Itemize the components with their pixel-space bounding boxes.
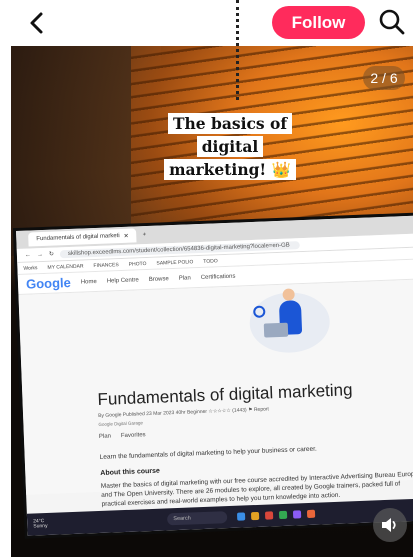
- back-arrow-icon: ←: [24, 251, 32, 259]
- course-provider: Google Digital Garage: [98, 420, 144, 427]
- bookmark-item: SAMPLE POLIO: [156, 258, 194, 267]
- app-icon: [307, 509, 316, 519]
- course-title: Fundamentals of digital marketing: [97, 380, 353, 409]
- nav-item-plan: Plan: [178, 274, 191, 282]
- plan-action: Plan: [98, 433, 112, 440]
- laptop-figure: [263, 322, 289, 338]
- course-actions: Plan Favorites: [99, 432, 146, 440]
- google-logo: Google: [25, 274, 72, 292]
- magnifier-icon: [253, 305, 266, 318]
- post-caption: The basics of digital marketing! 👑: [146, 112, 314, 181]
- search-button[interactable]: [378, 8, 406, 36]
- follow-button[interactable]: Follow: [272, 6, 365, 39]
- nav-item-certifications: Certifications: [200, 273, 236, 281]
- app-icon: [293, 510, 302, 519]
- laptop-screen: Fundamentals of digital marketi ✕ + ← → …: [16, 215, 413, 536]
- tab-title: Fundamentals of digital marketi: [36, 233, 120, 243]
- nav-item-home: Home: [80, 278, 97, 286]
- caption-line-2: marketing! 👑: [164, 159, 296, 180]
- bookmark-item: PHOTO: [128, 260, 147, 268]
- bookmark-item: FINANCES: [93, 261, 119, 269]
- bookmark-item: Works: [23, 264, 38, 272]
- about-heading: About this course: [100, 467, 160, 477]
- back-button[interactable]: [22, 8, 52, 38]
- nav-item-browse: Browse: [148, 275, 169, 283]
- page-counter: 2 / 6: [363, 66, 405, 90]
- chevron-left-icon: [30, 12, 43, 34]
- bookmark-item: TODO: [203, 257, 218, 265]
- divider-dotted: [236, 0, 239, 100]
- close-icon: ✕: [123, 233, 129, 240]
- course-summary: Learn the fundamentals of digital market…: [99, 445, 317, 461]
- app-icon: [265, 511, 274, 520]
- app-icon: [237, 512, 246, 521]
- course-illustration: [248, 288, 331, 355]
- weather-desc: Sunny: [33, 523, 48, 530]
- nav-item-help: Help Centre: [106, 276, 139, 285]
- app-icon: [251, 511, 260, 521]
- bookmark-item: MY CALENDAR: [47, 262, 84, 271]
- taskbar-icons: [237, 509, 316, 521]
- app-icon: [279, 510, 288, 520]
- course-page: Fundamentals of digital marketing By Goo…: [18, 279, 413, 508]
- forward-arrow-icon: →: [36, 251, 44, 258]
- search-icon: [379, 9, 405, 35]
- post-photo[interactable]: 2 / 6 The basics of digital marketing! 👑…: [11, 46, 413, 557]
- top-bar: Follow: [0, 0, 413, 46]
- caption-line-1: The basics of digital: [167, 113, 293, 157]
- new-tab-icon: +: [142, 232, 147, 239]
- browser-tab: Fundamentals of digital marketi ✕: [28, 228, 137, 247]
- reload-icon: ↻: [48, 251, 55, 258]
- taskbar-search: Search: [167, 511, 228, 526]
- sound-button[interactable]: [373, 508, 407, 542]
- speaker-icon: [382, 518, 396, 532]
- person-head: [282, 288, 295, 301]
- favorites-action: Favorites: [120, 432, 146, 440]
- weather-widget: 24°C Sunny: [33, 518, 48, 530]
